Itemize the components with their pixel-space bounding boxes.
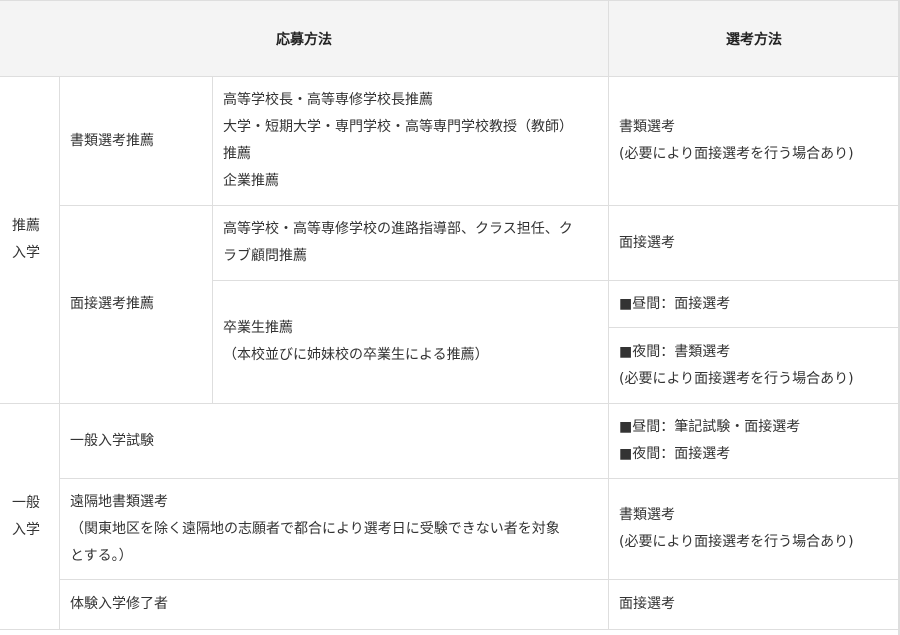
header-application-method: 応募方法 <box>0 0 609 77</box>
trial-completed-method: 面接選考 <box>609 580 900 630</box>
shorui-suisen-text: 書類選考推薦 <box>70 132 154 149</box>
recommender-line: 推薦 <box>223 146 251 162</box>
method-line: ■昼間：面接選考 <box>619 295 731 312</box>
method-line: 面接選考 <box>619 234 675 251</box>
mensetsu-suisen-method: 面接選考 <box>609 206 900 281</box>
category-ippan-line-2: 入学 <box>12 521 40 538</box>
method-line: 書類選考 <box>619 119 675 135</box>
remote-line: とする。） <box>70 547 133 564</box>
alumni-day-method: ■昼間：面接選考 <box>609 281 900 328</box>
recommender-line: 高等学校長・高等専修学校長推薦 <box>223 92 433 108</box>
header-selection-label: 選考方法 <box>726 31 782 48</box>
category-suisen-line-1: 推薦 <box>12 218 40 234</box>
remote-line: （関東地区を除く遠隔地の志願者で都合により選考日に受験できない者を対象 <box>70 520 560 537</box>
trial-text: 体験入学修了者 <box>70 596 168 612</box>
header-selection-method: 選考方法 <box>609 0 900 77</box>
method-line: ■昼間：筆記試験・面接選考 <box>619 419 801 435</box>
ippan-exam-label: 一般入学試験 <box>60 404 609 479</box>
method-line: 書類選考 <box>619 507 675 523</box>
recommender-line: ラブ顧問推薦 <box>223 248 307 264</box>
method-line: (必要により面接選考を行う場合あり) <box>619 370 854 387</box>
recommender-line: 企業推薦 <box>223 173 279 189</box>
method-line: ■夜間：面接選考 <box>619 446 731 462</box>
alumni-suisen-label: 卒業生推薦 （本校並びに姉妹校の卒業生による推薦） <box>213 281 609 404</box>
method-line: ■夜間：書類選考 <box>619 343 731 360</box>
shorui-suisen-method: 書類選考 (必要により面接選考を行う場合あり) <box>609 77 900 206</box>
method-line: 面接選考 <box>619 596 675 612</box>
category-ippan-line-1: 一般 <box>12 494 40 511</box>
shorui-suisen-label: 書類選考推薦 <box>60 77 213 206</box>
mensetsu-suisen-text: 面接選考推薦 <box>70 296 154 312</box>
remote-line: 遠隔地書類選考 <box>70 493 168 510</box>
category-ippan: 一般 入学 <box>0 404 60 630</box>
ippan-exam-text: 一般入学試験 <box>70 432 154 449</box>
alumni-line: （本校並びに姉妹校の卒業生による推薦） <box>223 347 489 363</box>
recommender-line: 大学・短期大学・専門学校・高等専門学校教授（教師） <box>223 119 573 135</box>
category-suisen-line-2: 入学 <box>12 245 40 261</box>
mensetsu-suisen-label: 面接選考推薦 <box>60 206 213 404</box>
remote-selection-label: 遠隔地書類選考 （関東地区を除く遠隔地の志願者で都合により選考日に受験できない者… <box>60 479 609 580</box>
method-line: (必要により面接選考を行う場合あり) <box>619 534 854 550</box>
category-suisen: 推薦 入学 <box>0 77 60 404</box>
recommender-line: 高等学校・高等専修学校の進路指導部、クラス担任、ク <box>223 221 573 237</box>
shorui-suisen-recommenders: 高等学校長・高等専修学校長推薦 大学・短期大学・専門学校・高等専門学校教授（教師… <box>213 77 609 206</box>
remote-selection-method: 書類選考 (必要により面接選考を行う場合あり) <box>609 479 900 580</box>
alumni-line: 卒業生推薦 <box>223 320 293 336</box>
alumni-night-method: ■夜間：書類選考 (必要により面接選考を行う場合あり) <box>609 328 900 404</box>
ippan-exam-method: ■昼間：筆記試験・面接選考 ■夜間：面接選考 <box>609 404 900 479</box>
method-line: (必要により面接選考を行う場合あり) <box>619 146 854 162</box>
trial-completed-label: 体験入学修了者 <box>60 580 609 630</box>
mensetsu-suisen-recommenders: 高等学校・高等専修学校の進路指導部、クラス担任、ク ラブ顧問推薦 <box>213 206 609 281</box>
header-application-label: 応募方法 <box>276 31 332 48</box>
